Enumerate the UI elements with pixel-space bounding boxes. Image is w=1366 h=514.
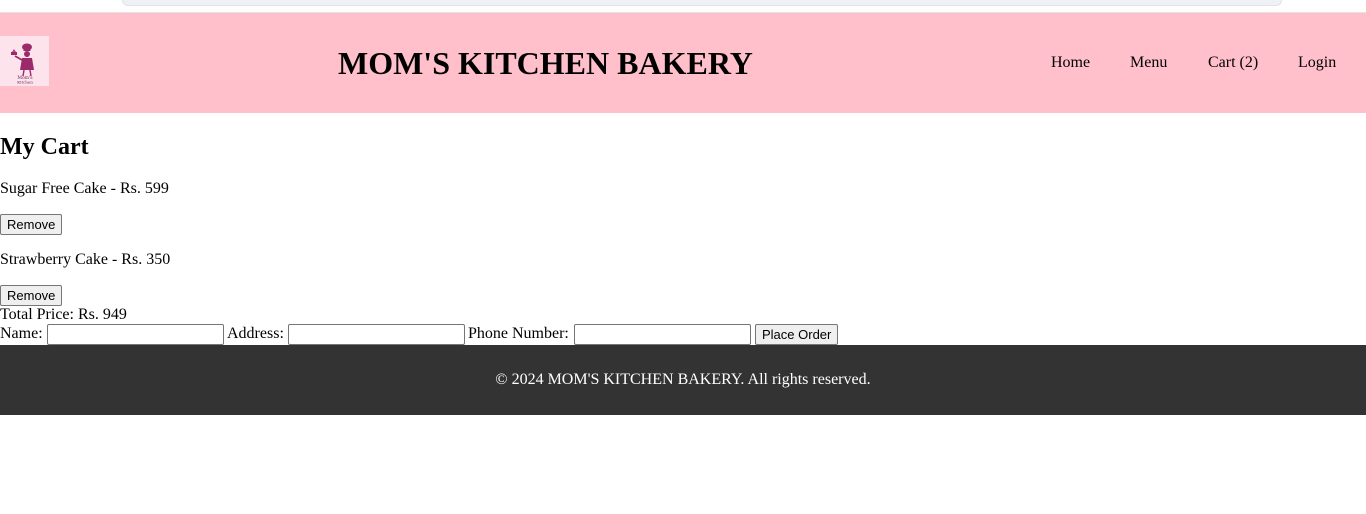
address-label: Address: [227, 325, 284, 342]
nav-link-login[interactable]: Login [1298, 53, 1336, 73]
copyright-text: © 2024 MOM'S KITCHEN BAKERY. All rights … [495, 371, 871, 388]
cart-item-text: Strawberry Cake - Rs. 350 [0, 251, 171, 268]
browser-top-strip [0, 0, 1366, 13]
cart-title: My Cart [0, 134, 89, 160]
nav-link-home[interactable]: Home [1051, 53, 1090, 73]
phone-input[interactable] [574, 324, 751, 345]
svg-text:Kitchen: Kitchen [17, 80, 33, 85]
remove-item-button[interactable]: Remove [0, 214, 63, 235]
site-header: Mom's Kitchen MOM'S KITCHEN BAKERY Home … [0, 13, 1366, 113]
nav-link-cart[interactable]: Cart (2) [1208, 53, 1258, 73]
browser-address-bar-edge [122, 0, 1282, 6]
place-order-button[interactable]: Place Order [755, 324, 839, 345]
name-input[interactable] [47, 324, 224, 345]
cart-item-text: Sugar Free Cake - Rs. 599 [0, 180, 169, 197]
nav-link-menu[interactable]: Menu [1130, 53, 1167, 73]
phone-label: Phone Number: [468, 325, 569, 342]
remove-item-button[interactable]: Remove [0, 285, 63, 306]
address-input[interactable] [288, 324, 465, 345]
main-nav: Home Menu Cart (2) Login [0, 53, 1366, 73]
total-price: Total Price: Rs. 949 [0, 306, 127, 323]
site-footer: © 2024 MOM'S KITCHEN BAKERY. All rights … [0, 345, 1366, 415]
name-label: Name: [0, 325, 43, 342]
